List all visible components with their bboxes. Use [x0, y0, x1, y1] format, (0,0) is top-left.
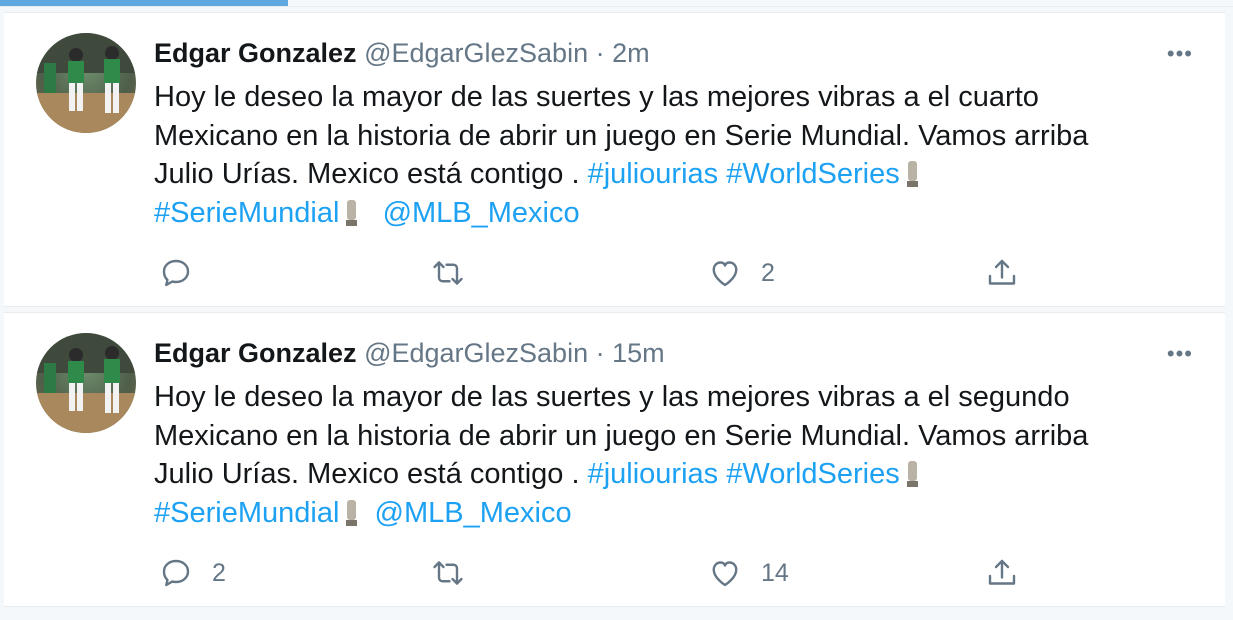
- tweet-line: #SerieMundial @MLB_Mexico: [154, 494, 1204, 533]
- timestamp[interactable]: 2m: [612, 38, 650, 68]
- separator-dot: ·: [595, 38, 605, 68]
- retweet-button[interactable]: [430, 253, 484, 293]
- reply-count: 2: [212, 558, 226, 587]
- hashtag-link[interactable]: #SerieMundial: [154, 197, 339, 229]
- reply-icon: [162, 559, 190, 587]
- tweet-actions: 2: [154, 253, 1054, 293]
- like-button[interactable]: 14: [707, 553, 789, 593]
- tweet-line-text: Julio Urías. Mexico está contigo .: [154, 458, 588, 490]
- trophy-emoji-icon: [906, 459, 919, 487]
- tweet-line: Mexicano en la historia de abrir un jueg…: [154, 119, 1089, 152]
- tweet[interactable]: Edgar Gonzalez @EdgarGlezSabin · 2m ••• …: [4, 12, 1225, 307]
- share-button[interactable]: [984, 253, 1020, 293]
- retweet-icon: [433, 561, 463, 585]
- heart-icon: [712, 561, 738, 587]
- tweet[interactable]: Edgar Gonzalez @EdgarGlezSabin · 15m •••…: [4, 312, 1225, 607]
- like-count: 2: [761, 258, 775, 287]
- share-icon: [988, 259, 1016, 285]
- tweet-header: Edgar Gonzalez @EdgarGlezSabin · 15m: [154, 337, 665, 369]
- retweet-icon: [433, 261, 463, 285]
- hashtag-link[interactable]: #juliourias: [588, 158, 719, 190]
- divider: [0, 6, 1233, 7]
- hashtag-link[interactable]: #WorldSeries: [726, 458, 900, 490]
- reply-button[interactable]: [158, 253, 212, 293]
- share-button[interactable]: [984, 553, 1020, 593]
- reply-icon: [162, 259, 190, 287]
- more-dots-icon[interactable]: •••: [1167, 41, 1193, 67]
- hashtag-link[interactable]: #WorldSeries: [726, 158, 900, 190]
- author-handle[interactable]: @EdgarGlezSabin: [364, 338, 588, 368]
- tweet-text: Hoy le deseo la mayor de las suertes y l…: [154, 78, 1204, 232]
- trophy-emoji-icon: [345, 498, 358, 526]
- share-icon: [988, 559, 1016, 585]
- hashtag-link[interactable]: #SerieMundial: [154, 497, 339, 529]
- avatar[interactable]: [36, 333, 136, 433]
- retweet-button[interactable]: [430, 553, 484, 593]
- tweet-line: Mexicano en la historia de abrir un jueg…: [154, 419, 1089, 452]
- reply-button[interactable]: 2: [158, 553, 226, 593]
- tweet-line: Hoy le deseo la mayor de las suertes y l…: [154, 381, 1070, 413]
- like-count: 14: [761, 558, 789, 587]
- heart-icon: [712, 261, 738, 287]
- avatar[interactable]: [36, 33, 136, 133]
- mention-link[interactable]: @MLB_Mexico: [375, 497, 572, 529]
- divider: [0, 608, 1233, 620]
- trophy-emoji-icon: [906, 159, 919, 187]
- tweet-text: Hoy le deseo la mayor de las suertes y l…: [154, 378, 1204, 532]
- tweet-line: Hoy le deseo la mayor de las suertes y l…: [154, 81, 1039, 113]
- tweet-line: Julio Urías. Mexico está contigo . #juli…: [154, 455, 1204, 494]
- timestamp[interactable]: 15m: [612, 338, 665, 368]
- author-handle[interactable]: @EdgarGlezSabin: [364, 38, 588, 68]
- tweet-line: Julio Urías. Mexico está contigo . #juli…: [154, 155, 1204, 194]
- like-button[interactable]: 2: [707, 253, 775, 293]
- tweet-actions: 2 14: [154, 553, 1054, 593]
- trophy-emoji-icon: [345, 198, 358, 226]
- author-name[interactable]: Edgar Gonzalez: [154, 38, 357, 68]
- hashtag-link[interactable]: #juliourias: [588, 458, 719, 490]
- separator-dot: ·: [595, 338, 605, 368]
- tweet-line: #SerieMundial @MLB_Mexico: [154, 194, 1204, 233]
- more-dots-icon[interactable]: •••: [1167, 341, 1193, 367]
- tweet-header: Edgar Gonzalez @EdgarGlezSabin · 2m: [154, 37, 650, 69]
- author-name[interactable]: Edgar Gonzalez: [154, 338, 357, 368]
- mention-link[interactable]: @MLB_Mexico: [383, 197, 580, 229]
- tweet-line-text: Julio Urías. Mexico está contigo .: [154, 158, 588, 190]
